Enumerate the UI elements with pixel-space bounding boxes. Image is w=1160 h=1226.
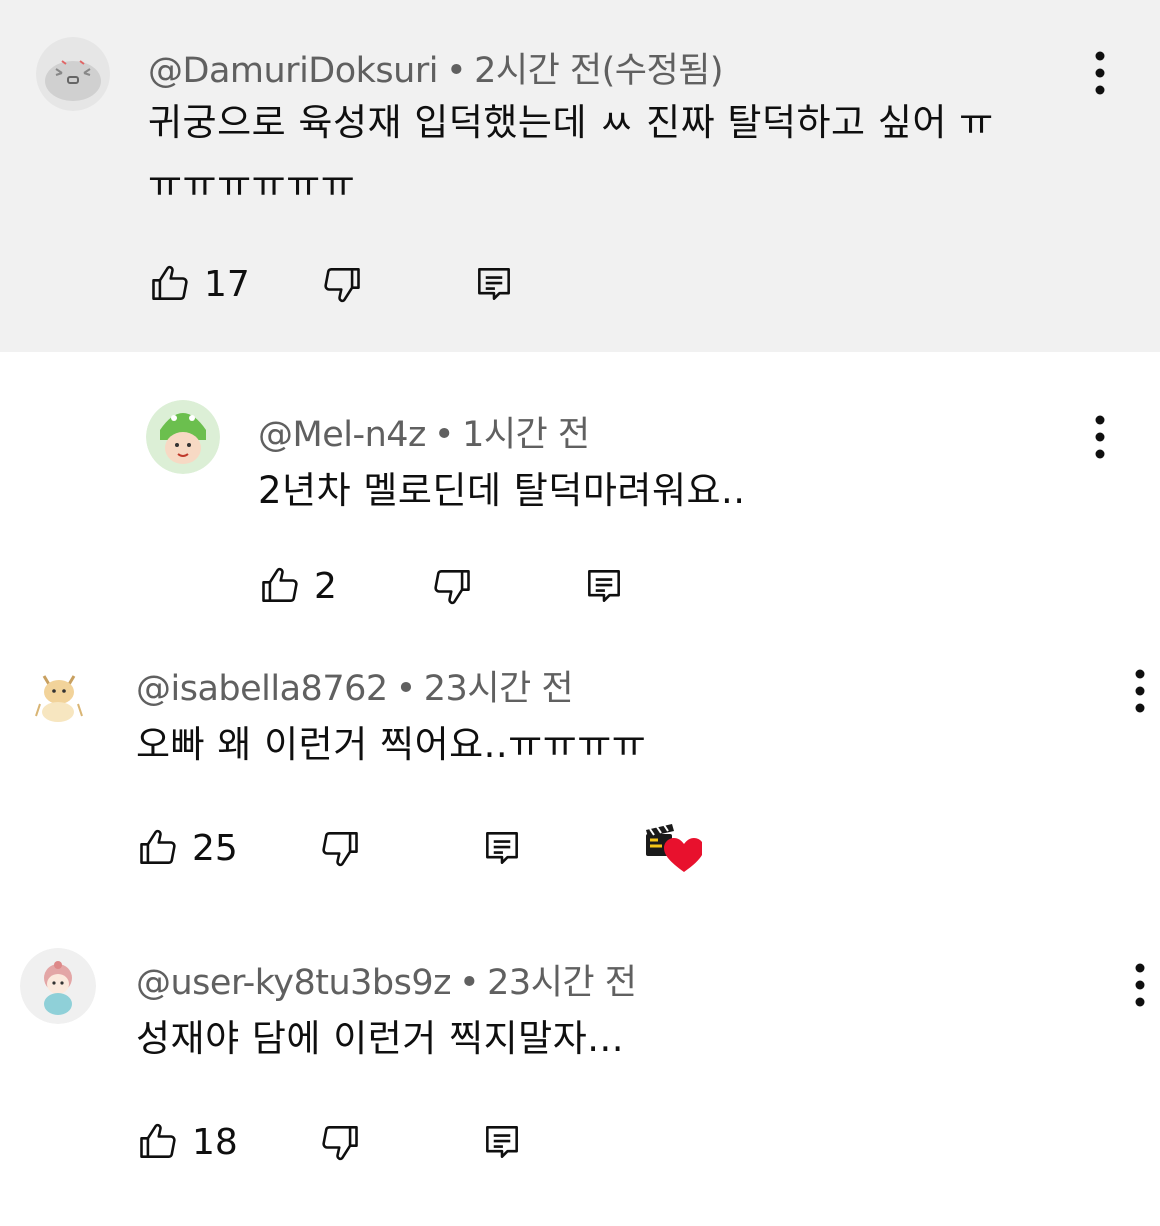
like-button[interactable]: 25 <box>136 818 238 878</box>
dino-kid-avatar-icon[interactable] <box>146 400 220 474</box>
reply-button[interactable] <box>480 818 524 878</box>
comment-actions: 18 <box>136 1112 556 1172</box>
like-button[interactable]: 17 <box>148 254 250 314</box>
comment-meta: @Mel-n4z • 1시간 전 <box>258 406 590 457</box>
dislike-button[interactable] <box>320 254 364 314</box>
dislike-button[interactable] <box>318 1112 362 1172</box>
cat-sketch-avatar-icon[interactable] <box>22 654 96 728</box>
thumbs-up-icon <box>140 829 176 864</box>
thumbs-down-icon <box>324 268 360 303</box>
comment-meta: @user-ky8tu3bs9z • 23시간 전 <box>136 954 637 1005</box>
reply-icon <box>588 570 620 602</box>
comment-author[interactable]: @Mel-n4z <box>258 415 426 455</box>
comment-author[interactable]: @user-ky8tu3bs9z <box>136 963 452 1003</box>
reply-button[interactable] <box>582 556 626 616</box>
comment-text: 성재야 담에 이런거 찍지말자... <box>136 1008 624 1070</box>
comment-meta: @DamuriDoksuri • 2시간 전(수정됨) <box>148 42 724 93</box>
comment-time: 23시간 전 <box>487 963 637 1003</box>
like-button[interactable]: 2 <box>258 556 337 616</box>
thumbs-up-icon <box>262 567 298 602</box>
meta-separator: • <box>459 963 480 1003</box>
comment-author[interactable]: @DamuriDoksuri <box>148 51 438 91</box>
comment-text-line: ㅠㅠㅠㅠㅠㅠ <box>148 163 356 206</box>
comment-text-line: 귀궁으로 육성재 입덕했는데 ㅆ 진짜 탈덕하고 싶어 ㅠ <box>148 101 994 144</box>
like-button[interactable]: 18 <box>136 1112 238 1172</box>
meta-separator: • <box>395 669 417 709</box>
comment-actions: 25 <box>136 818 736 878</box>
comment-text-line: 2년차 멜로딘데 탈덕마려워요.. <box>258 469 746 512</box>
comment-text-line: 성재야 담에 이런거 찍지말자... <box>136 1017 625 1060</box>
comment-text: 2년차 멜로딘데 탈덕마려워요.. <box>258 460 746 522</box>
reply-icon <box>486 1126 518 1158</box>
comment-text: 귀궁으로 육성재 입덕했는데 ㅆ 진짜 탈덕하고 싶어 ㅠ ㅠㅠㅠㅠㅠㅠ <box>148 92 994 216</box>
more-vert-icon[interactable] <box>1130 962 1150 1008</box>
more-vert-icon[interactable] <box>1090 414 1110 460</box>
more-vert-icon[interactable] <box>1090 50 1110 96</box>
comment-time: 1시간 전 <box>462 415 590 455</box>
reply-icon <box>478 268 510 300</box>
meta-separator: • <box>445 51 467 91</box>
like-count: 25 <box>192 827 238 869</box>
reply-icon <box>486 832 518 864</box>
reply-button[interactable] <box>472 254 516 314</box>
meta-separator: • <box>433 415 455 455</box>
thumbs-up-icon <box>152 265 188 300</box>
thumbs-down-icon <box>434 570 470 605</box>
dislike-button[interactable] <box>318 818 362 878</box>
comment-author[interactable]: @isabella8762 <box>136 669 388 709</box>
like-count: 17 <box>204 263 250 305</box>
thumbs-down-icon <box>322 1126 358 1161</box>
thumbs-up-icon <box>140 1123 176 1158</box>
thumbs-down-icon <box>322 832 358 867</box>
comment-text-line: 오빠 왜 이런거 찍어요..ㅠㅠㅠㅠ <box>136 723 647 766</box>
comment-time: 2시간 전(수정됨) <box>474 51 724 91</box>
comment-time: 23시간 전 <box>423 669 574 709</box>
comment-text: 오빠 왜 이런거 찍어요..ㅠㅠㅠㅠ <box>136 714 646 776</box>
comment-meta: @isabella8762 • 23시간 전 <box>136 660 574 711</box>
comment-actions: 2 <box>258 556 658 616</box>
gray-cat-avatar-icon[interactable] <box>36 37 110 111</box>
comment-actions: 17 <box>148 254 548 314</box>
plush-doll-avatar-icon[interactable] <box>20 948 96 1024</box>
creator-heart-icon[interactable] <box>640 818 702 878</box>
like-count: 18 <box>192 1121 238 1163</box>
dislike-button[interactable] <box>430 556 474 616</box>
reply-button[interactable] <box>480 1112 524 1172</box>
like-count: 2 <box>314 565 337 607</box>
more-vert-icon[interactable] <box>1130 668 1150 714</box>
